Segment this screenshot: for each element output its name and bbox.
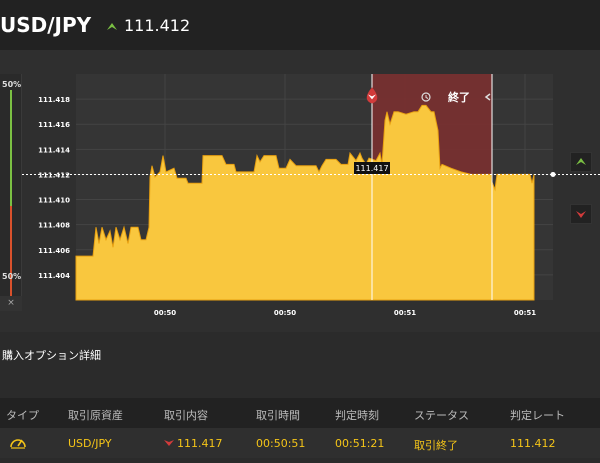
y-tick-label: 111.418 <box>38 96 70 104</box>
col-judge-time: 判定時刻 <box>335 409 379 422</box>
y-tick-label: 111.414 <box>38 146 70 154</box>
details-section-header: 購入オプション詳細 <box>0 332 600 376</box>
sentiment-up-bar <box>10 90 12 206</box>
row-trade-time: 00:50:51 <box>256 437 306 450</box>
sentiment-top-pct: 50% <box>2 80 22 89</box>
y-tick-label: 111.416 <box>38 121 70 129</box>
current-rate-dot <box>550 171 556 177</box>
current-price: 111.412 <box>124 16 191 35</box>
currency-pair-title: USD/JPY <box>0 13 92 37</box>
row-asset: USD/JPY <box>68 437 112 450</box>
arrow-down-icon <box>164 440 174 446</box>
col-rate: 判定レート <box>510 409 565 422</box>
sentiment-down-bar <box>10 206 12 296</box>
y-tick-label: 111.410 <box>38 197 70 205</box>
price-up-icon <box>107 23 117 30</box>
y-tick-label: 111.406 <box>38 247 70 255</box>
header-bar: USD/JPY 111.412 <box>0 0 600 50</box>
price-chart[interactable]: 111.418 111.416 111.414 111.412 111.410 111.4… <box>0 50 600 332</box>
expired-label: 終了 <box>448 90 470 104</box>
arrow-down-icon <box>576 211 586 218</box>
details-table-header: タイプ 取引原資産 取引内容 取引時間 判定時刻 ステータス 判定レート <box>0 398 600 428</box>
close-panel-button[interactable]: × <box>0 296 22 311</box>
entry-price-label: 111.417 <box>355 164 388 173</box>
row-status: 取引終了 <box>414 439 458 452</box>
high-button[interactable] <box>570 152 592 172</box>
col-status: ステータス <box>414 409 469 422</box>
arrow-up-icon <box>576 158 586 165</box>
col-asset: 取引原資産 <box>68 409 123 422</box>
x-tick-label: 00:50 <box>274 309 296 317</box>
row-content: 111.417 <box>177 437 223 450</box>
details-title: 購入オプション詳細 <box>2 349 101 362</box>
chart-container: 111.418 111.416 111.414 111.412 111.410 111.4… <box>0 50 600 332</box>
row-judge-time: 00:51:21 <box>335 437 385 450</box>
low-button[interactable] <box>570 204 592 224</box>
y-tick-label: 111.404 <box>38 272 70 280</box>
col-type: タイプ <box>6 409 39 422</box>
row-rate: 111.412 <box>510 437 556 450</box>
x-tick-label: 00:50 <box>154 309 176 317</box>
table-row[interactable]: USD/JPY 111.417 00:50:51 00:51:21 取引終了 1… <box>0 428 600 458</box>
trading-screen: USD/JPY 111.412 111.418 111.416 111.414 111… <box>0 0 600 463</box>
x-tick-label: 00:51 <box>514 309 536 317</box>
y-tick-label: 111.412 <box>38 171 70 179</box>
sentiment-panel: 50% 50% × <box>0 74 22 311</box>
col-trade-time: 取引時間 <box>256 409 300 422</box>
x-tick-label: 00:51 <box>394 309 416 317</box>
y-tick-label: 111.408 <box>38 222 70 230</box>
col-content: 取引内容 <box>164 409 208 422</box>
timer-gauge-icon <box>10 439 26 449</box>
sentiment-bottom-pct: 50% <box>2 272 22 281</box>
